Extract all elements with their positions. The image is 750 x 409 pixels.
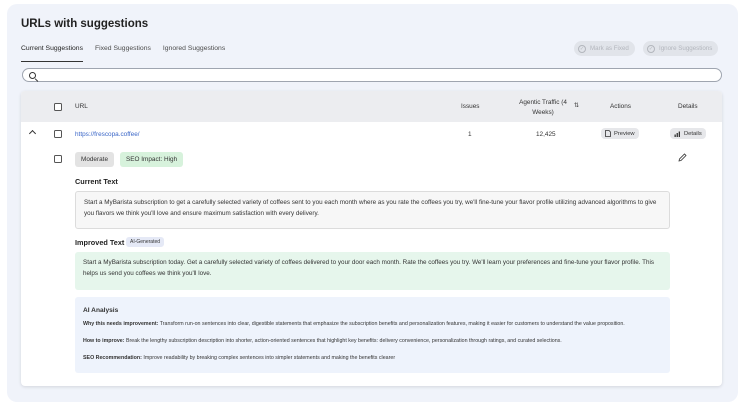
check-circle-icon: ✓ bbox=[647, 44, 655, 53]
ignore-suggestions-label: Ignore Suggestions bbox=[659, 45, 713, 52]
ai-analysis-box: AI Analysis Why this needs improvement: … bbox=[75, 297, 670, 373]
tab-ignored-suggestions[interactable]: Ignored Suggestions bbox=[163, 44, 225, 62]
row-checkbox[interactable] bbox=[54, 130, 62, 138]
chevron-up-icon[interactable] bbox=[28, 129, 37, 138]
row-url-link[interactable]: https://frescopa.coffee/ bbox=[75, 131, 140, 138]
current-text-heading: Current Text bbox=[75, 177, 118, 186]
details-button[interactable]: Details bbox=[670, 128, 706, 139]
seo-impact-badge: SEO Impact: High bbox=[120, 152, 184, 167]
ignore-suggestions-button[interactable]: ✓ Ignore Suggestions bbox=[643, 41, 719, 56]
improved-text-heading: Improved Text bbox=[75, 238, 125, 247]
preview-label: Preview bbox=[614, 130, 635, 137]
ai-analysis-title: AI Analysis bbox=[83, 307, 119, 314]
preview-button[interactable]: Preview bbox=[601, 128, 639, 139]
why-improvement-text: Why this needs improvement: Transform ru… bbox=[83, 321, 625, 328]
how-to-improve-text: How to improve: Break the lengthy subscr… bbox=[83, 338, 562, 345]
seo-recommendation-text: SEO Recommendation: Improve readability … bbox=[83, 355, 396, 362]
tab-fixed-suggestions[interactable]: Fixed Suggestions bbox=[95, 44, 151, 62]
row-issues: 1 bbox=[468, 131, 472, 138]
severity-badge: Moderate bbox=[75, 152, 114, 167]
search-input[interactable] bbox=[22, 68, 722, 82]
table-header: URL Issues Agentic Traffic (4 Weeks) ⇅ A… bbox=[21, 91, 722, 122]
suggestion-checkbox[interactable] bbox=[54, 155, 62, 163]
column-header-url: URL bbox=[75, 103, 88, 110]
search-icon bbox=[29, 71, 36, 79]
document-icon bbox=[605, 130, 611, 137]
table-row: https://frescopa.coffee/ 1 12,425 Previe… bbox=[21, 122, 722, 146]
improved-text-box: Start a MyBarista subscription today. Ge… bbox=[75, 252, 670, 290]
row-traffic: 12,425 bbox=[536, 131, 556, 138]
column-header-details: Details bbox=[678, 103, 698, 110]
mark-as-fixed-button[interactable]: ✓ Mark as Fixed bbox=[574, 41, 635, 56]
sort-icon[interactable]: ⇅ bbox=[574, 102, 579, 109]
mark-as-fixed-label: Mark as Fixed bbox=[590, 45, 629, 52]
page-title: URLs with suggestions bbox=[21, 18, 149, 30]
pencil-icon[interactable] bbox=[678, 153, 687, 162]
column-header-issues: Issues bbox=[461, 103, 480, 110]
bar-chart-icon bbox=[674, 131, 680, 137]
details-label: Details bbox=[684, 130, 702, 137]
check-circle-icon: ✓ bbox=[578, 44, 586, 53]
ai-generated-badge: AI-Generated bbox=[126, 237, 165, 247]
tab-bar: Current Suggestions Fixed Suggestions Ig… bbox=[21, 44, 237, 62]
select-all-checkbox[interactable] bbox=[54, 103, 62, 111]
current-text-box: Start a MyBarista subscription to get a … bbox=[75, 191, 670, 229]
tab-current-suggestions[interactable]: Current Suggestions bbox=[21, 44, 83, 62]
column-header-actions: Actions bbox=[610, 103, 631, 110]
column-header-traffic[interactable]: Agentic Traffic (4 Weeks) bbox=[513, 98, 573, 118]
